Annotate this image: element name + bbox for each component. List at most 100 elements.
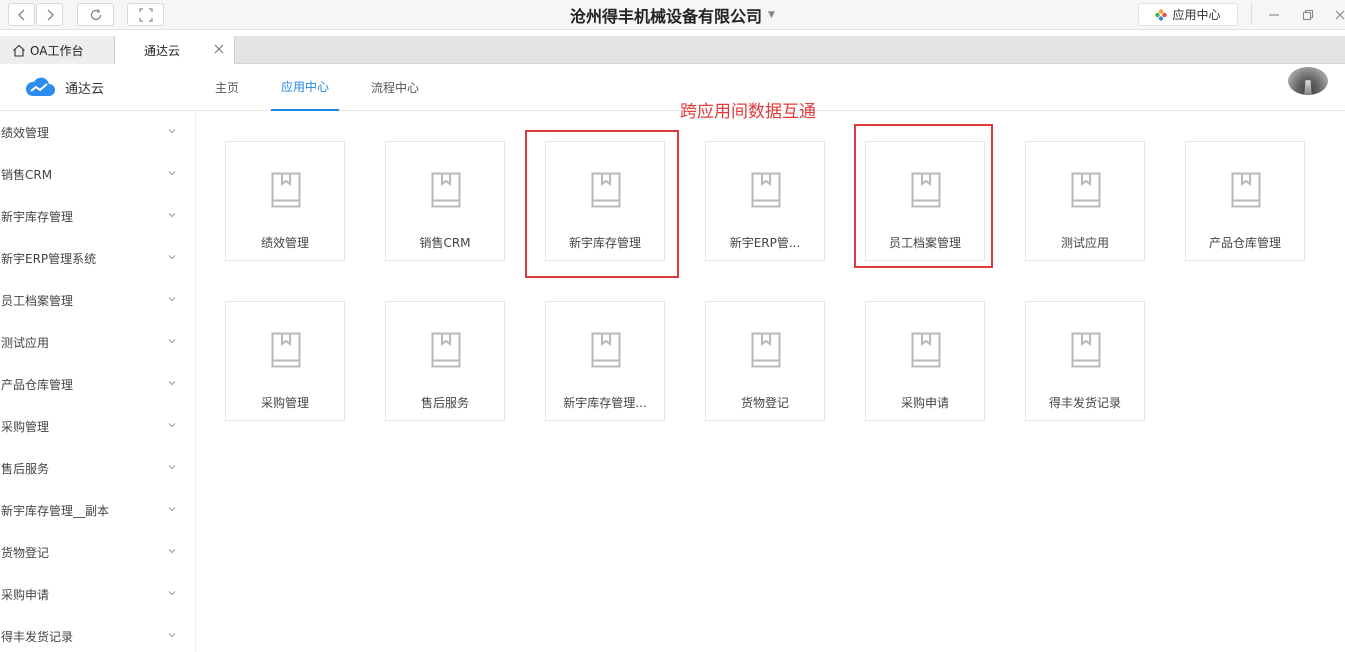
title-bar: 沧州得丰机械设备有限公司 ▼ 应用中心 xyxy=(0,0,1345,30)
chevron-down-icon xyxy=(168,591,176,596)
chevron-down-icon xyxy=(168,339,176,344)
tab-strip: OA工作台 通达云 xyxy=(0,36,1345,64)
sidebar-item[interactable]: 测试应用 xyxy=(0,321,195,363)
brand[interactable]: 通达云 xyxy=(25,74,104,100)
app-card[interactable]: 新宇库存管理... xyxy=(545,301,665,421)
avatar[interactable] xyxy=(1288,67,1328,95)
sidebar-item-label: 采购申请 xyxy=(1,587,50,602)
app-card[interactable]: 得丰发货记录 xyxy=(1025,301,1145,421)
restore-icon xyxy=(1302,9,1314,21)
sidebar-item-label: 新宇ERP管理系统 xyxy=(1,251,97,266)
app-card[interactable]: 货物登记 xyxy=(705,301,825,421)
app-card-label: 测试应用 xyxy=(1060,236,1109,250)
sidebar-item-label: 测试应用 xyxy=(1,335,50,350)
app-card[interactable]: 测试应用 xyxy=(1025,141,1145,261)
nav-process-center[interactable]: 流程中心 xyxy=(361,64,429,111)
divider xyxy=(1251,3,1252,25)
back-button[interactable] xyxy=(8,3,35,26)
close-icon xyxy=(1335,10,1345,20)
sidebar-item-label: 员工档案管理 xyxy=(1,293,74,308)
sidebar-item[interactable]: 新宇ERP管理系统 xyxy=(0,237,195,279)
app-card-label: 货物登记 xyxy=(740,396,789,410)
book-icon xyxy=(1231,172,1261,208)
tab-oa-workbench[interactable]: OA工作台 xyxy=(0,36,115,64)
chevron-down-icon xyxy=(168,423,176,428)
sidebar-item-label: 货物登记 xyxy=(1,545,50,560)
sidebar-item-label: 产品仓库管理 xyxy=(1,377,74,392)
sidebar-item[interactable]: 售后服务 xyxy=(0,447,195,489)
nav-app-center[interactable]: 应用中心 xyxy=(271,64,340,111)
book-icon xyxy=(431,332,461,368)
sidebar-item[interactable]: 采购管理 xyxy=(0,405,195,447)
sidebar-item-label: 售后服务 xyxy=(1,461,50,476)
app-card[interactable]: 售后服务 xyxy=(385,301,505,421)
refresh-button[interactable] xyxy=(77,3,114,26)
app-card[interactable]: 销售CRM xyxy=(385,141,505,261)
close-icon[interactable] xyxy=(214,44,224,54)
caret-down-icon[interactable]: ▼ xyxy=(768,10,775,20)
sidebar-item[interactable]: 货物登记 xyxy=(0,531,195,573)
fullscreen-button[interactable] xyxy=(127,3,164,26)
highlight-box-employee xyxy=(854,124,993,268)
app-card-label: 采购申请 xyxy=(900,396,949,410)
app-card-label: 新宇ERP管... xyxy=(729,236,801,250)
sidebar: 绩效管理 销售CRM 新宇库存管理 新宇ERP管理系统 员工档案管理 测试应用 … xyxy=(0,111,196,652)
app-card-label: 销售CRM xyxy=(419,236,471,250)
chevron-down-icon xyxy=(168,171,176,176)
fullscreen-icon xyxy=(138,7,153,22)
book-icon xyxy=(271,172,301,208)
home-icon xyxy=(13,44,25,57)
chevron-down-icon xyxy=(168,633,176,638)
nav-home[interactable]: 主页 xyxy=(205,64,249,111)
chevron-down-icon xyxy=(168,213,176,218)
book-icon xyxy=(431,172,461,208)
tab-label: 通达云 xyxy=(144,43,181,58)
app-card[interactable]: 采购管理 xyxy=(225,301,345,421)
close-window-button[interactable] xyxy=(1330,5,1345,25)
app-header: 通达云 主页 应用中心 流程中心 xyxy=(0,64,1345,111)
book-icon xyxy=(271,332,301,368)
sidebar-item[interactable]: 产品仓库管理 xyxy=(0,363,195,405)
book-icon xyxy=(1071,332,1101,368)
book-icon xyxy=(591,332,621,368)
app-card-label: 新宇库存管理... xyxy=(563,396,647,410)
forward-button[interactable] xyxy=(36,3,63,26)
book-icon xyxy=(911,332,941,368)
sidebar-item[interactable]: 员工档案管理 xyxy=(0,279,195,321)
sidebar-item[interactable]: 新宇库存管理 xyxy=(0,195,195,237)
sidebar-item[interactable]: 得丰发货记录 xyxy=(0,615,195,652)
chevron-down-icon xyxy=(168,297,176,302)
app-card-label: 得丰发货记录 xyxy=(1048,396,1121,410)
restore-button[interactable] xyxy=(1298,5,1318,25)
app-card-label: 绩效管理 xyxy=(260,236,309,250)
sidebar-item[interactable]: 销售CRM xyxy=(0,153,195,195)
annotation-text: 跨应用间数据互通 xyxy=(680,102,816,122)
sidebar-item[interactable]: 新宇库存管理__副本 xyxy=(0,489,195,531)
chevron-down-icon xyxy=(168,255,176,260)
book-icon xyxy=(751,332,781,368)
app-card-label: 采购管理 xyxy=(260,396,309,410)
app-card[interactable]: 新宇ERP管... xyxy=(705,141,825,261)
top-nav: 主页 应用中心 流程中心 xyxy=(205,64,451,111)
app-card[interactable]: 绩效管理 xyxy=(225,141,345,261)
brand-name: 通达云 xyxy=(65,81,105,97)
app-card-label: 售后服务 xyxy=(420,396,469,410)
app-card[interactable]: 产品仓库管理 xyxy=(1185,141,1305,261)
book-icon xyxy=(751,172,781,208)
sidebar-item[interactable]: 绩效管理 xyxy=(0,111,195,153)
app-card[interactable]: 采购申请 xyxy=(865,301,985,421)
window-title[interactable]: 沧州得丰机械设备有限公司 xyxy=(570,3,762,27)
refresh-icon xyxy=(90,8,101,20)
sidebar-item-label: 新宇库存管理__副本 xyxy=(1,503,110,518)
sidebar-item[interactable]: 采购申请 xyxy=(0,573,195,615)
highlight-box-inventory xyxy=(525,130,679,278)
tab-tongda-cloud[interactable]: 通达云 xyxy=(115,36,235,64)
chevron-down-icon xyxy=(168,507,176,512)
sidebar-item-label: 新宇库存管理 xyxy=(1,209,74,224)
minimize-icon xyxy=(1269,14,1279,16)
sidebar-item-label: 销售CRM xyxy=(1,167,53,182)
minimize-button[interactable] xyxy=(1264,5,1284,25)
chevron-down-icon xyxy=(168,549,176,554)
app-center-button[interactable]: 应用中心 xyxy=(1138,3,1238,26)
tab-label: OA工作台 xyxy=(30,43,84,58)
